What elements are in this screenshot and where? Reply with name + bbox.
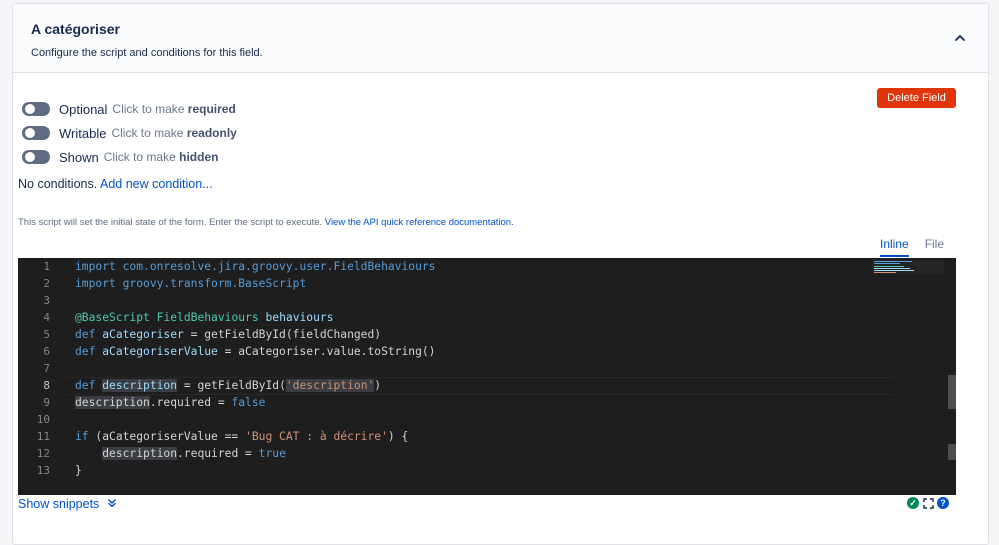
field-subtitle: Configure the script and conditions for … — [31, 47, 263, 59]
line-number-gutter: 1 2 3 4 5 6 7 8 9 10 11 12 13 — [18, 258, 58, 479]
line-number: 13 — [36, 464, 50, 477]
double-chevron-down-icon — [108, 499, 116, 508]
toggle-label: Writable — [59, 125, 107, 141]
chevron-up-icon — [955, 35, 965, 41]
line-number: 4 — [43, 311, 50, 324]
collapse-button[interactable] — [952, 30, 968, 46]
add-condition-link[interactable]: Add new condition... — [100, 177, 213, 191]
tab-inline[interactable]: Inline — [880, 237, 909, 257]
line-number: 11 — [36, 430, 50, 443]
line-number: 2 — [43, 277, 50, 290]
code-editor[interactable]: 1 2 3 4 5 6 7 8 9 10 11 12 13 import com… — [18, 258, 956, 495]
tab-file[interactable]: File — [925, 237, 944, 257]
script-description: This script will set the initial state o… — [18, 217, 514, 228]
delete-field-button[interactable]: Delete Field — [877, 88, 956, 108]
code-line: def description = getFieldById('descript… — [75, 379, 382, 392]
line-number: 12 — [36, 447, 50, 460]
editor-overview-marker — [948, 444, 956, 460]
line-number: 5 — [43, 328, 50, 341]
conditions-section: No conditions. Add new condition... — [18, 177, 213, 191]
line-number: 1 — [43, 260, 50, 273]
toggle-writable[interactable]: Writable Click to make readonly — [22, 121, 237, 145]
field-title: A catégoriser — [31, 21, 120, 37]
code-line: def aCategoriser = getFieldById(fieldCha… — [75, 328, 382, 341]
toggle-switch[interactable] — [22, 150, 50, 164]
toggle-label: Shown — [59, 149, 99, 165]
check-circle-icon: ✓ — [907, 497, 919, 509]
field-toggles: Optional Click to make required Writable… — [22, 97, 237, 169]
code-lines[interactable]: import com.onresolve.jira.groovy.user.Fi… — [75, 258, 436, 479]
toggle-hint: Click to make hidden — [103, 150, 219, 164]
code-line: @BaseScript FieldBehaviours behaviours — [75, 311, 334, 324]
code-line: import com.onresolve.jira.groovy.user.Fi… — [75, 260, 436, 273]
line-number: 9 — [43, 396, 50, 409]
code-line: def aCategoriserValue = aCategoriser.val… — [75, 345, 436, 358]
toggle-switch[interactable] — [22, 126, 50, 140]
script-source-tabs: Inline File — [880, 237, 960, 257]
code-line: if (aCategoriserValue == 'Bug CAT : à dé… — [75, 430, 409, 443]
toggle-hint: Click to make readonly — [111, 126, 237, 140]
code-line: description.required = true — [102, 447, 286, 460]
script-description-text: This script will set the initial state o… — [18, 217, 323, 228]
show-snippets-label: Show snippets — [18, 497, 100, 511]
line-number: 3 — [43, 294, 50, 307]
toggle-optional[interactable]: Optional Click to make required — [22, 97, 237, 121]
toggle-hint: Click to make required — [112, 102, 236, 116]
editor-scrollbar[interactable] — [948, 375, 956, 409]
toggle-switch[interactable] — [22, 102, 50, 116]
editor-minimap[interactable] — [872, 260, 944, 274]
line-number: 10 — [36, 413, 50, 426]
line-number: 8 — [43, 379, 50, 392]
line-number: 6 — [43, 345, 50, 358]
help-icon[interactable]: ? — [937, 497, 949, 509]
line-number: 7 — [43, 362, 50, 375]
show-snippets-toggle[interactable]: Show snippets — [18, 497, 117, 511]
fullscreen-icon[interactable] — [922, 497, 934, 509]
code-line: description.required = false — [75, 396, 266, 409]
editor-status-icons: ✓ ? — [907, 497, 949, 509]
no-conditions-text: No conditions. — [18, 177, 98, 191]
api-docs-link[interactable]: View the API quick reference documentati… — [325, 217, 514, 228]
code-line: } — [75, 464, 82, 477]
toggle-label: Optional — [59, 101, 108, 117]
code-line: import groovy.transform.BaseScript — [75, 277, 307, 290]
card-header: A catégoriser Configure the script and c… — [13, 4, 988, 73]
toggle-shown[interactable]: Shown Click to make hidden — [22, 145, 237, 169]
